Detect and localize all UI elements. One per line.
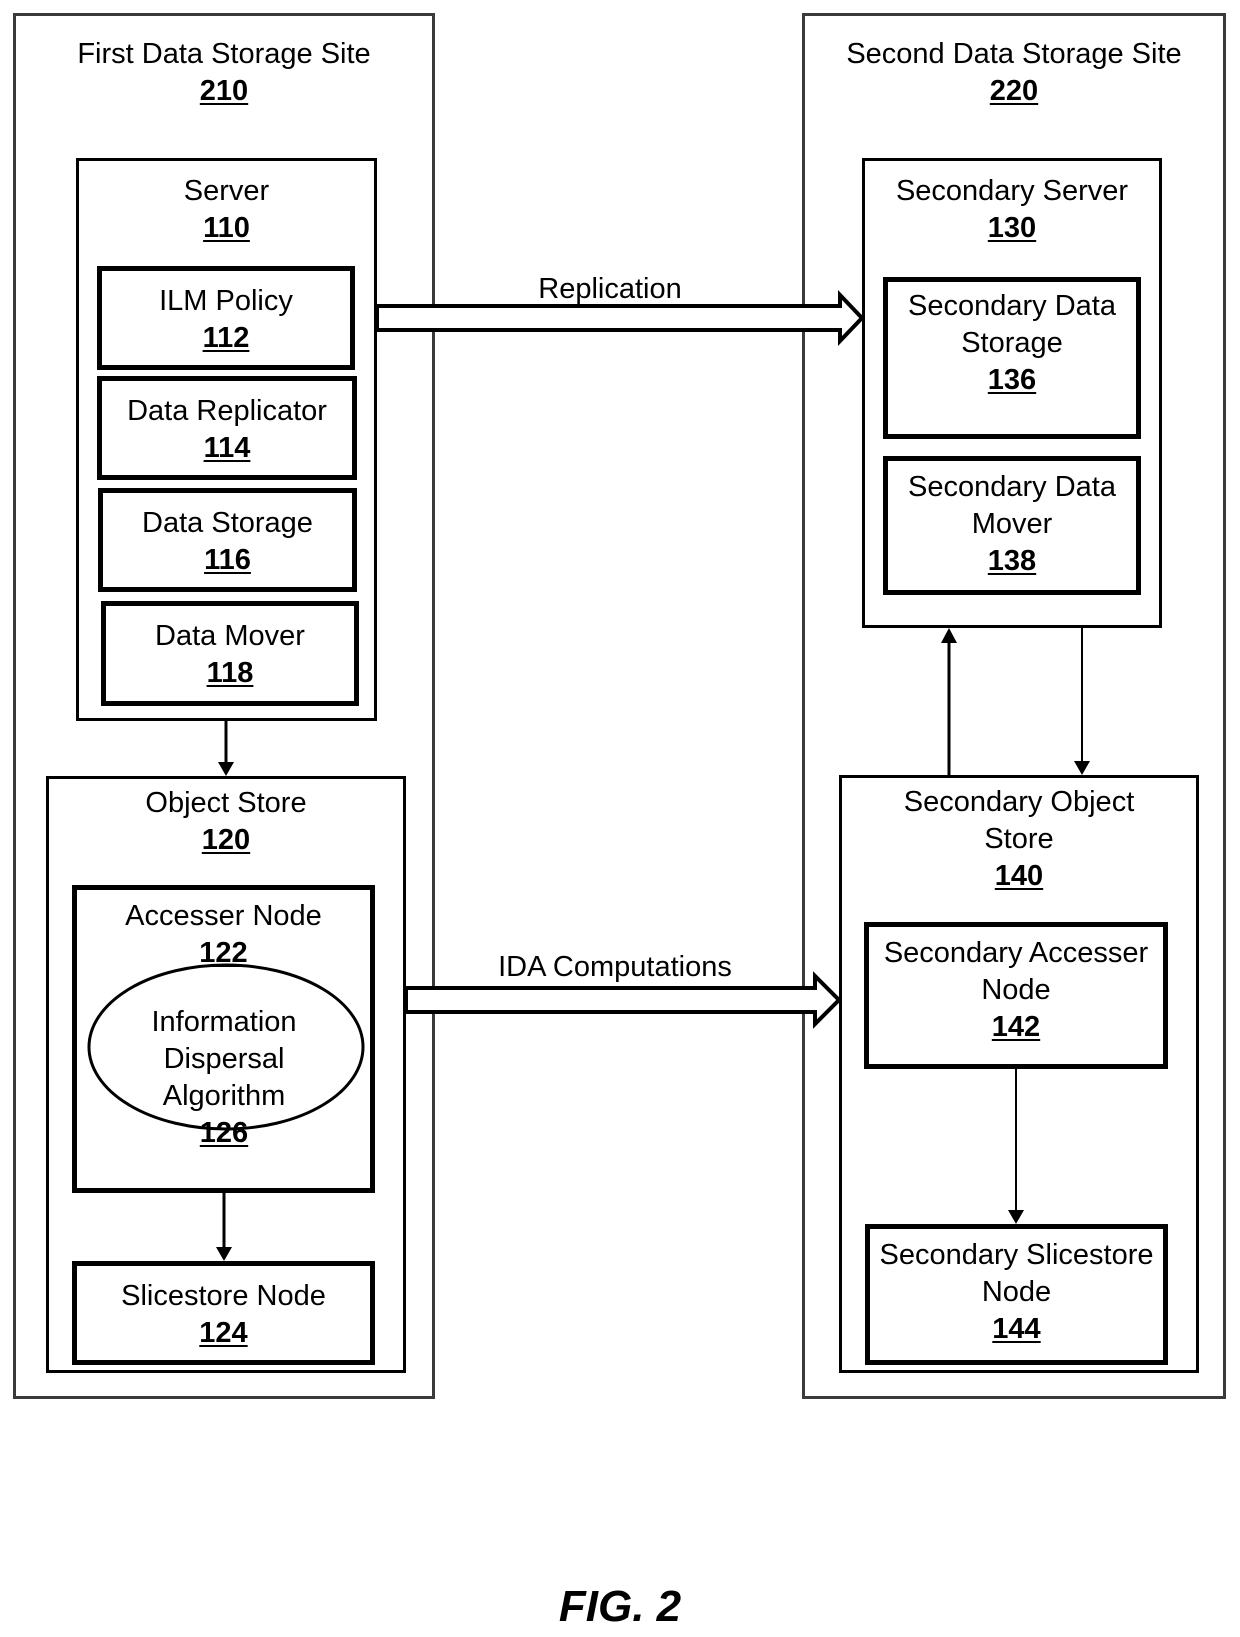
- accesser-to-slicestore-arrowhead: [216, 1247, 232, 1261]
- ida-computations-label: IDA Computations: [498, 951, 732, 983]
- sec-object-store-to-sec-server-arrowhead: [941, 628, 957, 643]
- sec-server-to-sec-object-store-arrowhead: [1074, 761, 1090, 775]
- ida-ellipse: [87, 963, 365, 1131]
- connector-layer: [87, 290, 1090, 1261]
- sec-accesser-to-sec-slicestore-arrowhead: [1008, 1210, 1024, 1224]
- replication-label: Replication: [538, 273, 682, 305]
- server-to-object-store-arrowhead: [218, 762, 234, 776]
- figure-caption: FIG. 2: [558, 1582, 682, 1631]
